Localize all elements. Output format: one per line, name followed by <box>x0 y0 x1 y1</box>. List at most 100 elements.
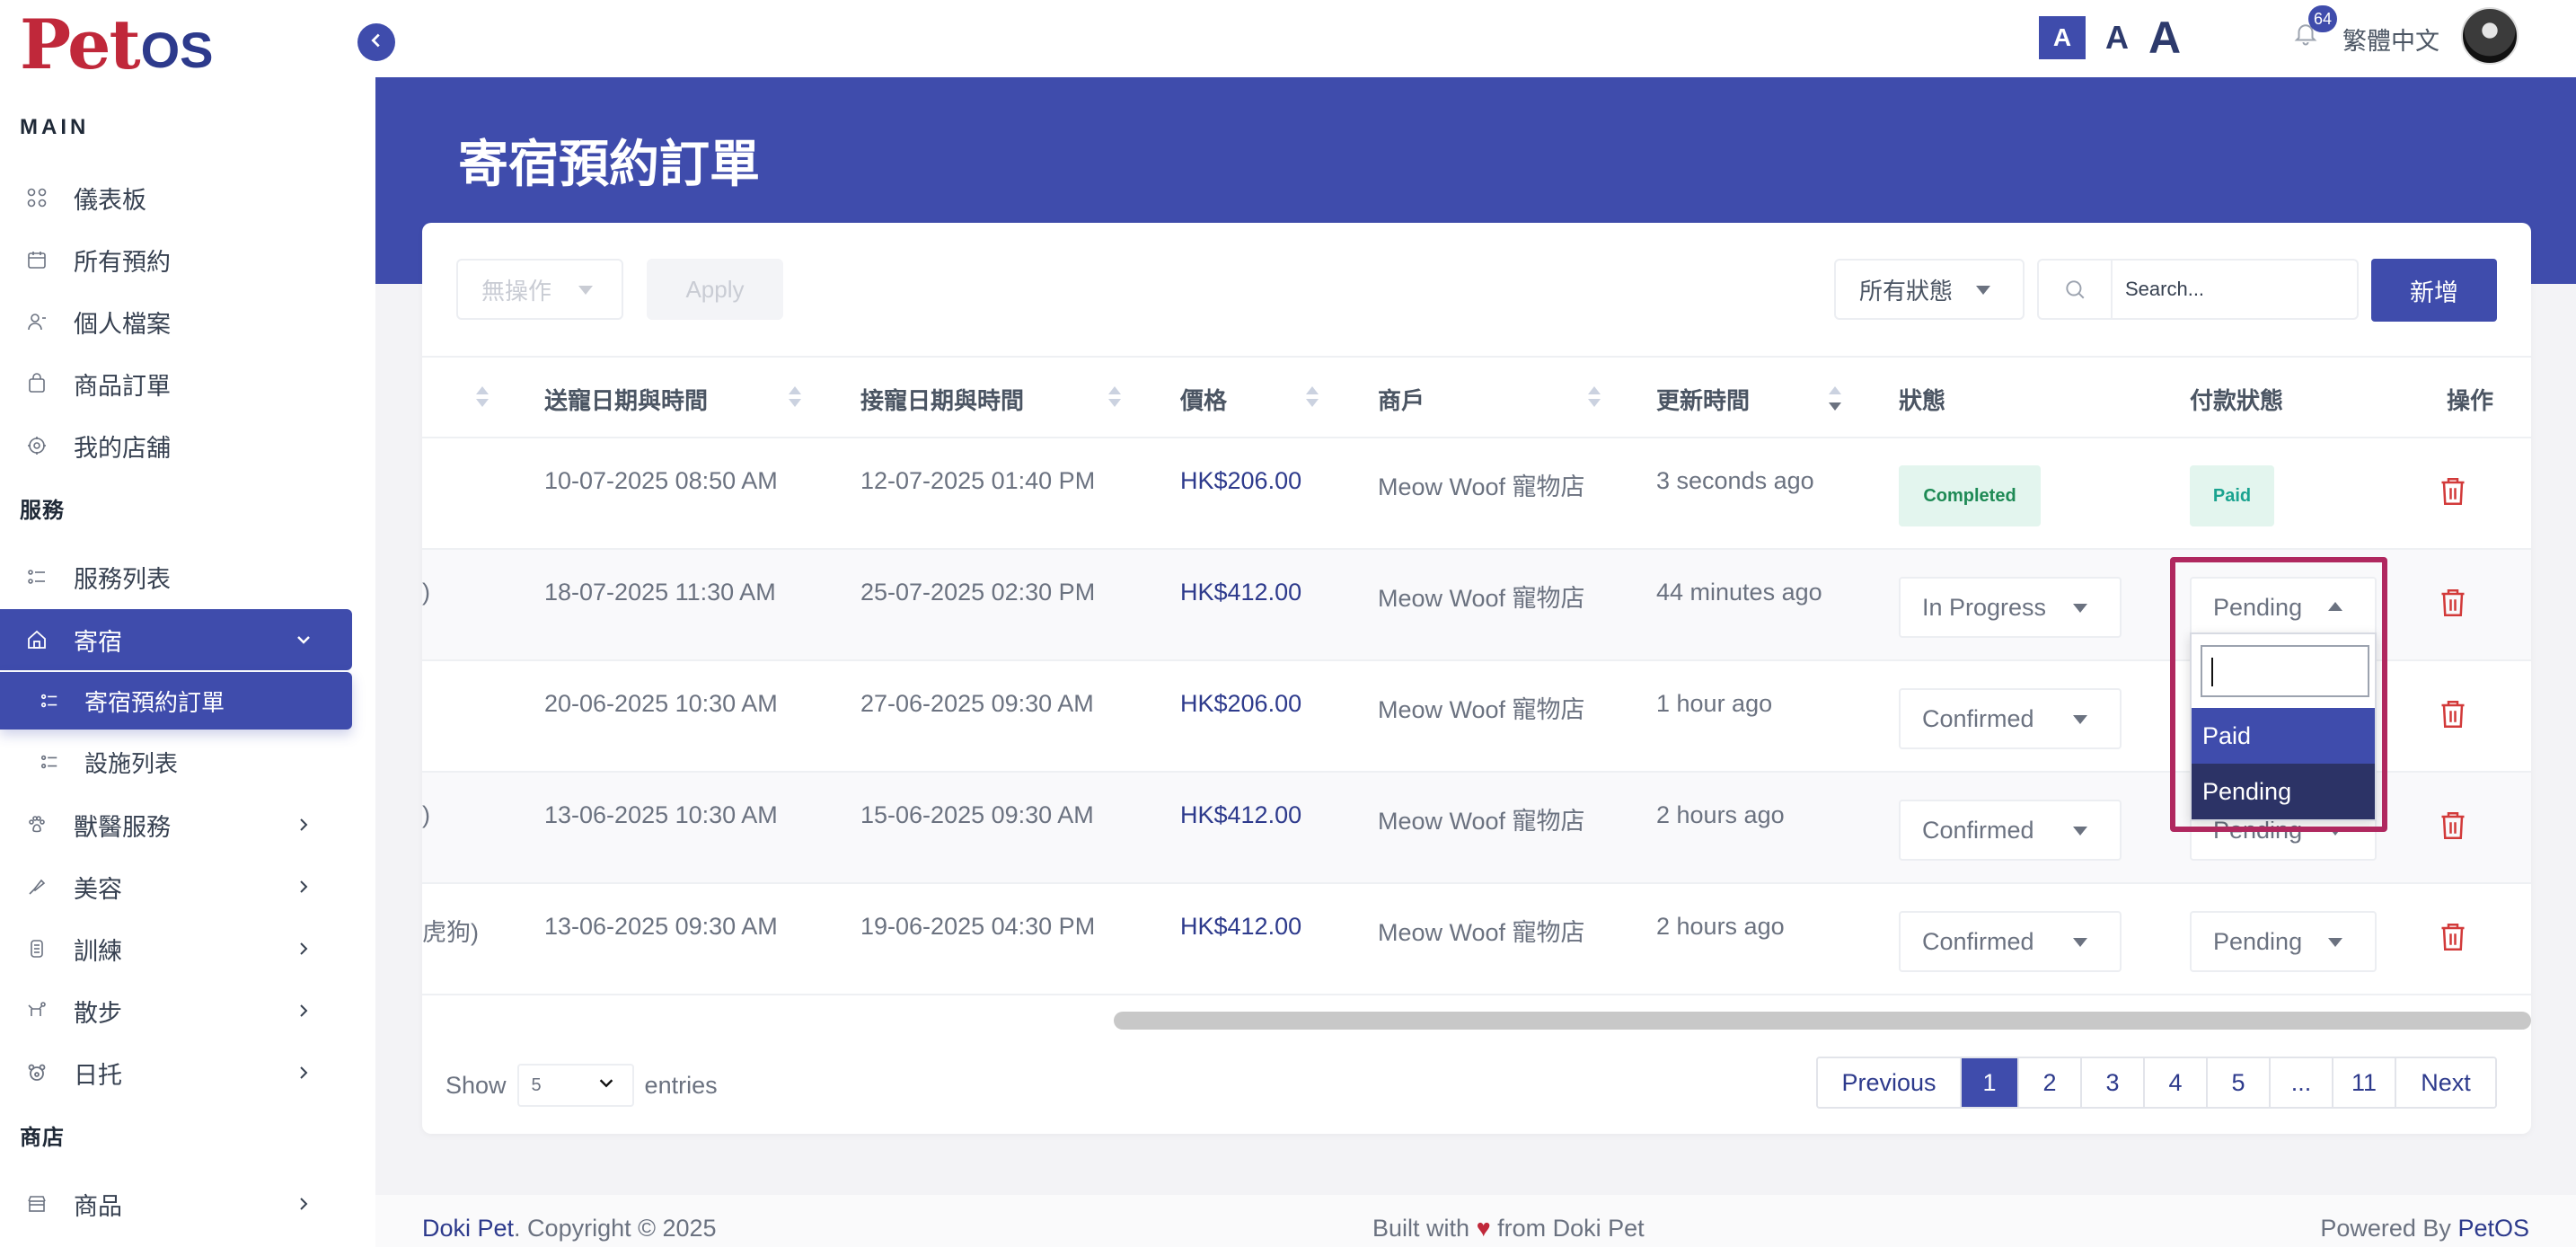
footer-copyright: Doki Pet. Copyright © 2025 <box>422 1215 717 1243</box>
entries-value: 5 <box>531 1075 542 1095</box>
pagination-page-11[interactable]: 11 <box>2333 1058 2396 1107</box>
sidebar-subitem-boarding-orders[interactable]: 寄宿預約訂單 <box>0 672 352 730</box>
apply-button[interactable]: Apply <box>647 259 783 320</box>
pagination-next[interactable]: Next <box>2396 1058 2495 1107</box>
sidebar-item-service-list[interactable]: 服務列表 <box>0 546 352 607</box>
sidebar-item-walking[interactable]: 散步 <box>0 980 352 1041</box>
sidebar-item-label: 寄宿 <box>74 628 122 656</box>
cell-dropoff: 13-06-2025 09:30 AM <box>544 913 778 940</box>
column-header-updated[interactable]: 更新時間 <box>1656 383 1750 416</box>
trash-icon[interactable] <box>2439 476 2466 507</box>
sort-icon[interactable] <box>789 386 801 413</box>
status-select[interactable]: Confirmed <box>1899 688 2122 749</box>
cell-dropoff: 13-06-2025 10:30 AM <box>544 801 778 828</box>
status-select[interactable]: Confirmed <box>1899 911 2122 972</box>
horizontal-scrollbar-thumb[interactable] <box>1114 1012 2531 1030</box>
dropdown-option-paid[interactable]: Paid <box>2192 708 2375 764</box>
footer-built-prefix: Built with <box>1372 1215 1470 1242</box>
show-entries: Show 5 entries <box>446 1064 718 1107</box>
pagination-page-5[interactable]: 5 <box>2208 1058 2271 1107</box>
sidebar-collapse-button[interactable] <box>357 23 395 61</box>
font-size-small-button[interactable]: A <box>2039 16 2086 59</box>
sidebar-item-label: 商品訂單 <box>74 372 171 400</box>
cell-dropoff: 10-07-2025 08:50 AM <box>544 467 778 494</box>
sidebar-item-product-orders[interactable]: 商品訂單 <box>0 353 352 414</box>
pagination-page-2[interactable]: 2 <box>2019 1058 2082 1107</box>
heart-icon: ♥ <box>1476 1215 1491 1242</box>
petos-logo[interactable]: Pet OS <box>20 4 214 84</box>
sidebar-subitem-facility-list[interactable]: 設施列表 <box>0 733 352 791</box>
notification-badge: 64 <box>2308 5 2337 32</box>
sidebar-item-label: 我的店舖 <box>74 434 171 462</box>
trash-icon[interactable] <box>2439 588 2466 618</box>
sidebar-item-boarding[interactable]: 寄宿 <box>0 609 352 670</box>
sidebar-item-label: 設施列表 <box>84 749 179 777</box>
bulk-action-select[interactable]: 無操作 <box>456 259 623 320</box>
trash-icon[interactable] <box>2439 699 2466 730</box>
cell-pet-truncated: 虎狗) <box>422 919 479 946</box>
column-header-merchant[interactable]: 商戶 <box>1378 383 1425 416</box>
sidebar-item-training[interactable]: 訓練 <box>0 918 352 979</box>
chevron-right-icon <box>293 1000 314 1021</box>
sidebar-item-my-store[interactable]: 我的店舖 <box>0 415 352 476</box>
pagination-previous[interactable]: Previous <box>1818 1058 1962 1107</box>
sidebar-item-profile[interactable]: 個人檔案 <box>0 291 352 352</box>
trash-icon[interactable] <box>2439 810 2466 841</box>
payment-select[interactable]: Pending <box>2190 911 2377 972</box>
column-header-price[interactable]: 價格 <box>1180 383 1227 416</box>
sort-icon[interactable] <box>1588 386 1601 413</box>
sort-icon[interactable] <box>476 386 489 413</box>
dropdown-search-input[interactable] <box>2201 645 2369 697</box>
caret-down-icon <box>2073 715 2087 724</box>
avatar[interactable] <box>2461 7 2519 65</box>
add-new-button[interactable]: 新增 <box>2371 259 2497 322</box>
status-select-value: Confirmed <box>1922 927 2034 955</box>
column-header-dropoff[interactable]: 送寵日期與時間 <box>544 383 708 416</box>
sort-icon[interactable] <box>1108 386 1121 413</box>
sidebar-item-daycare[interactable]: 日托 <box>0 1042 352 1103</box>
sidebar-item-all-bookings[interactable]: 所有預約 <box>0 229 352 290</box>
sort-desc-icon[interactable] <box>1829 386 1841 413</box>
caret-down-icon <box>1976 286 1990 295</box>
font-size-medium-button[interactable]: A <box>2105 19 2129 57</box>
sidebar-item-vet[interactable]: 獸醫服務 <box>0 794 352 855</box>
status-filter-select[interactable]: 所有狀態 <box>1834 259 2025 320</box>
status-select[interactable]: Confirmed <box>1899 800 2122 861</box>
footer-powered-by: Powered By PetOS <box>2320 1215 2529 1243</box>
entries-per-page-select[interactable]: 5 <box>516 1064 634 1107</box>
trash-icon[interactable] <box>2439 922 2466 952</box>
cell-pickup: 15-06-2025 09:30 AM <box>860 801 1094 828</box>
status-select-value: Confirmed <box>1922 704 2034 732</box>
cell-price: HK$206.00 <box>1180 467 1302 494</box>
pagination-page-1[interactable]: 1 <box>1962 1058 2019 1107</box>
pagination-page-3[interactable]: 3 <box>2082 1058 2145 1107</box>
search-input[interactable] <box>2113 278 2355 301</box>
sidebar-item-products[interactable]: 商品 <box>0 1173 352 1234</box>
table-row: 虎狗) 13-06-2025 09:30 AM 19-06-2025 04:30… <box>422 884 2531 995</box>
shopping-bag-icon <box>25 372 49 395</box>
language-selector[interactable]: 繁體中文 <box>2342 22 2439 57</box>
dashboard-icon <box>25 186 49 209</box>
dropdown-option-pending[interactable]: Pending <box>2192 764 2375 819</box>
sort-icon[interactable] <box>1306 386 1319 413</box>
sidebar-item-grooming[interactable]: 美容 <box>0 856 352 917</box>
sidebar-item-label: 服務列表 <box>74 565 171 593</box>
status-select[interactable]: In Progress <box>1899 577 2122 638</box>
cell-price: HK$412.00 <box>1180 913 1302 940</box>
caret-down-icon <box>2073 604 2087 613</box>
footer-powered-link[interactable]: PetOS <box>2457 1215 2529 1242</box>
column-header-pickup[interactable]: 接寵日期與時間 <box>860 383 1024 416</box>
training-icon <box>25 937 49 960</box>
pagination-page-4[interactable]: 4 <box>2145 1058 2208 1107</box>
user-icon <box>25 310 49 333</box>
cell-updated: 2 hours ago <box>1656 913 1785 940</box>
payment-select-open[interactable]: Pending <box>2190 577 2377 638</box>
store-icon <box>25 434 49 457</box>
calendar-icon <box>25 248 49 271</box>
font-size-large-button[interactable]: A <box>2148 12 2181 64</box>
status-badge: Completed <box>1899 465 2041 526</box>
caret-up-icon <box>2328 602 2342 611</box>
sidebar-item-dashboard[interactable]: 儀表板 <box>0 167 352 228</box>
footer-brand-link[interactable]: Doki Pet <box>422 1215 514 1242</box>
caret-down-icon <box>2073 938 2087 947</box>
